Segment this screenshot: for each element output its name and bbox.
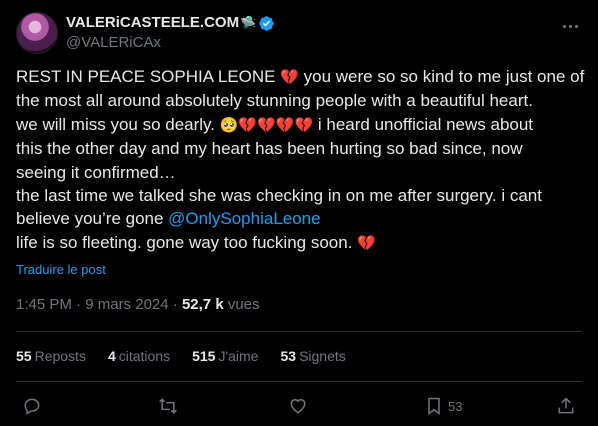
tweet-line: REST IN PEACE SOPHIA LEONE 💔 you were so… [16, 67, 585, 86]
author-block: VALERiCASTEELE.COM 🛸 @VALERiCAx [66, 14, 275, 52]
tweet-meta: 1:45 PM · 9 mars 2024 · 52,7 k vues [16, 296, 260, 313]
share-button[interactable] [556, 396, 576, 416]
views-count: 52,7 k [181, 296, 224, 313]
tweet-line: the last time we talked she was checking… [16, 186, 542, 206]
bookmark-icon [428, 397, 440, 415]
tweet-header: VALERiCASTEELE.COM 🛸 @VALERiCAx [16, 12, 582, 56]
name-emoji: 🛸 [240, 15, 257, 30]
tweet-line: life is so fleeting. gone way too fuckin… [16, 232, 376, 252]
broken-heart-emoji: 💔 [280, 69, 299, 86]
likes-stat[interactable]: 515 J'aime [192, 348, 258, 364]
tweet-date[interactable]: 9 mars 2024 [85, 296, 168, 313]
tweet-line: we will miss you so dearly. 🥺💔💔💔💔 i hear… [16, 114, 534, 134]
heart-icon [290, 399, 306, 414]
bookmarks-stat[interactable]: 53 Signets [280, 348, 345, 364]
tweet-time[interactable]: 1:45 PM [16, 296, 72, 313]
verified-badge-icon [259, 15, 275, 31]
mention-link[interactable]: @OnlySophiaLeone [168, 209, 320, 228]
author-handle[interactable]: @VALERiCAx [66, 34, 275, 52]
tweet-line: believe you’re gone @OnlySophiaLeone [16, 209, 321, 229]
more-dot-icon [568, 24, 572, 28]
more-options-button[interactable] [558, 16, 582, 36]
tweet-text: REST IN PEACE SOPHIA LEONE 💔 you were so… [16, 65, 584, 255]
tweet-line: this the other day and my heart has been… [16, 139, 523, 159]
emoji-sequence: 🥺💔💔💔💔 [219, 116, 314, 134]
reply-icon [24, 398, 40, 415]
tweet-line: seeing it confirmed… [16, 162, 176, 182]
translate-post-link[interactable]: Traduire le post [16, 262, 106, 277]
avatar[interactable] [16, 12, 58, 54]
author-name-row[interactable]: VALERiCASTEELE.COM 🛸 [66, 14, 275, 32]
divider [16, 331, 582, 332]
quotes-stat[interactable]: 4 citations [108, 348, 170, 364]
reply-button[interactable] [22, 396, 42, 416]
engagement-stats: 55 Reposts 4 citations 515 J'aime 53 Signets [16, 348, 368, 364]
like-button[interactable] [288, 396, 308, 416]
repost-icon [159, 398, 177, 414]
tweet-line: the most all around absolutely stunning … [16, 91, 533, 111]
more-dot-icon [562, 24, 566, 28]
bookmark-count: 53 [448, 398, 463, 414]
divider [16, 381, 582, 382]
bookmark-button[interactable]: 53 [424, 396, 462, 416]
repost-button[interactable] [158, 396, 178, 416]
broken-heart-emoji: 💔 [357, 234, 376, 252]
action-bar: 53 [16, 396, 582, 420]
more-dot-icon [574, 24, 578, 28]
share-icon [558, 397, 574, 414]
author-display-name[interactable]: VALERiCASTEELE.COM [66, 14, 239, 32]
views-label: vues [223, 296, 260, 313]
reposts-stat[interactable]: 55 Reposts [16, 348, 86, 364]
